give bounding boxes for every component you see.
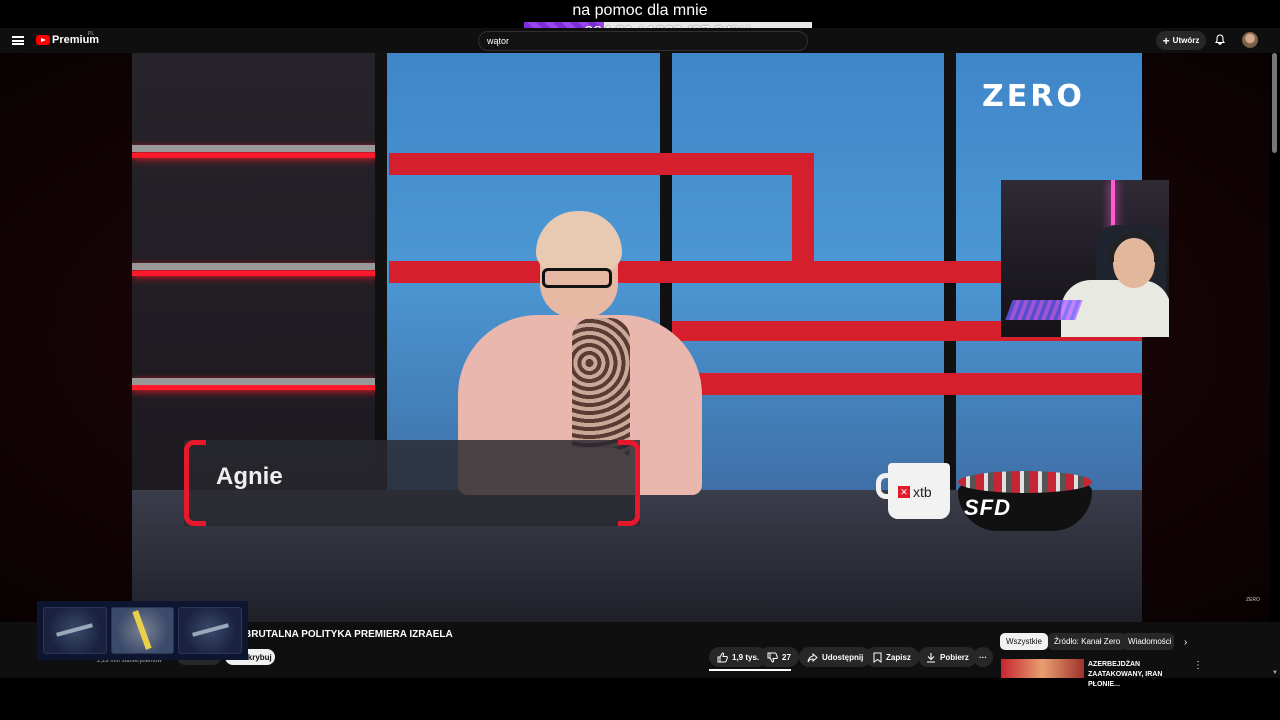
youtube-topbar: Premium PL wątor + Utwórz [0, 28, 1280, 53]
search-input[interactable]: wątor [478, 31, 808, 51]
video-watermark: ZERO [1246, 597, 1260, 603]
download-label: Pobierz [940, 652, 969, 662]
weapon-thumbnail [110, 607, 175, 654]
page-scrollbar[interactable] [1272, 53, 1277, 153]
dislike-button[interactable]: 27 [759, 647, 799, 667]
studio-red-graphic [672, 373, 1142, 395]
shelf [132, 263, 377, 270]
lower-third-bracket-left [184, 440, 206, 526]
video-frame[interactable]: ZERO Agnie ✕ xtb SFD [132, 53, 1142, 622]
stream-thumbnail-strip [37, 601, 248, 660]
like-ratio-underline [709, 669, 791, 671]
thumbs-down-icon [767, 652, 778, 663]
studio-red-graphic [389, 153, 811, 175]
webcam-keyboard [1005, 300, 1083, 320]
chip-all[interactable]: Wszystkie [1000, 633, 1048, 650]
recommendation-thumbnail[interactable] [1001, 659, 1084, 678]
presenter-glasses [542, 268, 612, 288]
stream-goal-title: na pomoc dla mnie [572, 2, 708, 19]
xtb-x-icon: ✕ [898, 486, 910, 498]
create-label: Utwórz [1172, 36, 1200, 45]
candy-bowl-contents [958, 471, 1092, 493]
dislike-count: 27 [782, 652, 791, 662]
weapon-thumbnail [178, 607, 243, 654]
save-label: Zapisz [886, 652, 911, 662]
share-label: Udostępnij [822, 652, 864, 662]
save-button[interactable]: Zapisz [865, 647, 919, 667]
bowl-brand: SFD [964, 495, 1011, 520]
streamer-webcam-overlay [1001, 180, 1169, 337]
scroll-down-arrow-icon[interactable]: ▼ [1272, 670, 1278, 676]
like-count: 1,9 tys. [732, 652, 760, 662]
mug-brand: xtb [913, 484, 932, 500]
download-icon [927, 652, 935, 663]
recommendation-title[interactable]: AZERBEJDŻAN ZAATAKOWANY, IRAN PŁONIE... [1088, 660, 1188, 690]
user-avatar[interactable] [1242, 32, 1258, 48]
chip-source-kanal-zero[interactable]: Źródło: Kanał Zero [1048, 633, 1127, 650]
weapon-thumbnail [43, 607, 107, 654]
lower-third-bracket-right [618, 440, 640, 526]
create-button[interactable]: + Utwórz [1156, 31, 1206, 50]
notifications-bell-icon[interactable] [1215, 34, 1225, 45]
plus-icon: + [1162, 33, 1170, 48]
shelf [132, 378, 377, 385]
mug-logo: ✕ xtb [898, 484, 932, 500]
more-horizontal-icon: ··· [979, 652, 987, 662]
video-title: BRUTALNA POLITYKA PREMIERA IZRAELA [244, 629, 453, 640]
more-actions-button[interactable]: ··· [973, 647, 993, 667]
share-button[interactable]: Udostępnij [799, 647, 872, 667]
shelf [132, 145, 377, 152]
logo-country-code: PL [88, 31, 95, 37]
search-value: wątor [487, 36, 510, 46]
share-icon [807, 652, 818, 662]
hamburger-menu-icon[interactable] [12, 36, 24, 45]
chevron-right-icon[interactable]: › [1184, 637, 1187, 648]
thumbs-up-icon [717, 651, 728, 662]
more-vertical-icon[interactable]: ⋮ [1193, 660, 1203, 671]
shelf-light [132, 385, 377, 390]
chip-news[interactable]: Wiadomości z [1122, 633, 1174, 650]
kanal-zero-logo: ZERO [982, 79, 1085, 114]
youtube-logo-icon[interactable] [36, 35, 50, 45]
download-button[interactable]: Pobierz [918, 647, 977, 667]
lower-third-name: Agnie [216, 463, 283, 490]
bookmark-icon [873, 652, 882, 663]
shelf-light [132, 271, 377, 276]
shelf-light [132, 153, 377, 158]
studio-red-graphic [792, 153, 814, 263]
